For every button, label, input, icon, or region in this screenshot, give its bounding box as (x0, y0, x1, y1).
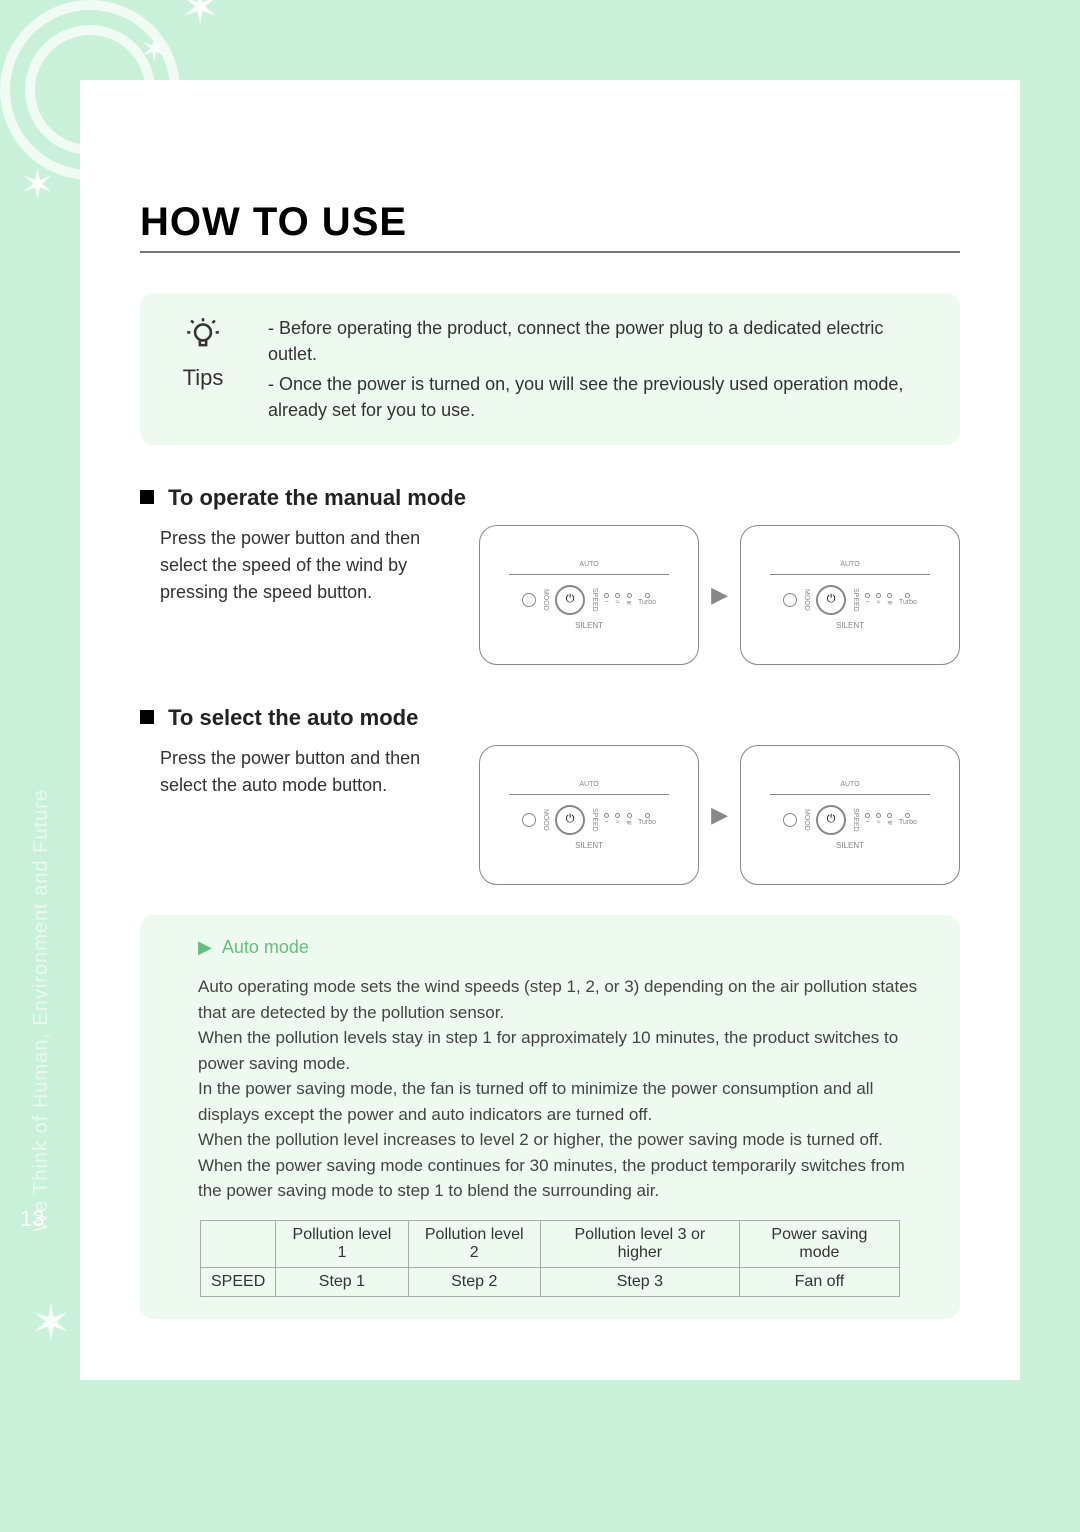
power-button-icon: ⏻ (816, 805, 846, 835)
page-content: HOW TO USE Tips - Before operating the p… (80, 80, 1020, 1380)
panel-auto-label: AUTO (579, 561, 598, 568)
table-header: Power saving mode (739, 1220, 899, 1267)
panel-mood-label: MOOD (542, 809, 549, 831)
panel-speed-label: SPEED (852, 808, 859, 832)
led-icon (783, 593, 797, 607)
panel-mood-label: MOOD (803, 589, 810, 611)
panel-auto-label: AUTO (840, 561, 859, 568)
auto-mode-p3: In the power saving mode, the fan is tur… (198, 1076, 922, 1127)
table-row-label: SPEED (201, 1267, 276, 1296)
control-panel-illustration: AUTO MOOD ⏻ SPEED ~ ≈ ≋ Turbo (479, 525, 699, 665)
table-cell: Step 3 (540, 1267, 739, 1296)
pollution-speed-table: Pollution level 1 Pollution level 2 Poll… (200, 1220, 900, 1297)
section-manual-mode: To operate the manual mode Press the pow… (140, 485, 960, 665)
panel-turbo-label: Turbo (638, 819, 656, 826)
panel-turbo-label: Turbo (899, 599, 917, 606)
panel-silent-label: SILENT (836, 621, 864, 630)
control-panel-illustration: AUTO MOOD ⏻ SPEED ~ ≈ ≋ Turbo (740, 525, 960, 665)
led-icon (783, 813, 797, 827)
section-text: Press the power button and then select t… (140, 745, 459, 799)
power-button-icon: ⏻ (816, 585, 846, 615)
panel-auto-label: AUTO (840, 781, 859, 788)
table-header: Pollution level 1 (276, 1220, 408, 1267)
sparkle-icon: ✶ (30, 1294, 72, 1352)
section-auto-mode: To select the auto mode Press the power … (140, 705, 960, 885)
tips-line-2: - Once the power is turned on, you will … (268, 371, 932, 423)
auto-mode-info-box: ▶ Auto mode Auto operating mode sets the… (140, 915, 960, 1319)
table-cell: Step 2 (408, 1267, 540, 1296)
table-header: Pollution level 3 or higher (540, 1220, 739, 1267)
table-header: Pollution level 2 (408, 1220, 540, 1267)
control-panel-illustration: AUTO MOOD ⏻ SPEED ~ ≈ ≋ Turbo (740, 745, 960, 885)
tips-label: Tips (183, 365, 224, 391)
panel-turbo-label: Turbo (899, 819, 917, 826)
table-cell: Fan off (739, 1267, 899, 1296)
square-bullet-icon (140, 490, 154, 504)
auto-mode-p4: When the pollution level increases to le… (198, 1127, 922, 1153)
power-button-icon: ⏻ (555, 805, 585, 835)
tips-box: Tips - Before operating the product, con… (140, 293, 960, 445)
control-panel-illustration: AUTO MOOD ⏻ SPEED ~ ≈ ≋ Turbo (479, 745, 699, 885)
panel-silent-label: SILENT (836, 841, 864, 850)
panel-speed-label: SPEED (591, 588, 598, 612)
page-title: HOW TO USE (140, 200, 960, 253)
auto-mode-p2: When the pollution levels stay in step 1… (198, 1025, 922, 1076)
table-cell: Step 1 (276, 1267, 408, 1296)
sidebar-tagline: We Think of Human, Environment and Futur… (30, 789, 53, 1232)
panel-mood-label: MOOD (803, 809, 810, 831)
square-bullet-icon (140, 710, 154, 724)
auto-mode-p5: When the power saving mode continues for… (198, 1153, 922, 1204)
tips-line-1: - Before operating the product, connect … (268, 315, 932, 367)
arrow-right-icon: ▶ (711, 582, 728, 608)
section-text: Press the power button and then select t… (140, 525, 459, 606)
section-heading: To operate the manual mode (168, 485, 466, 510)
panel-speed-label: SPEED (591, 808, 598, 832)
panel-turbo-label: Turbo (638, 599, 656, 606)
panel-mood-label: MOOD (542, 589, 549, 611)
led-icon (522, 813, 536, 827)
triangle-right-icon: ▶ (198, 937, 212, 957)
power-button-icon: ⏻ (555, 585, 585, 615)
page-number: 13 (20, 1206, 44, 1232)
led-icon (522, 593, 536, 607)
arrow-right-icon: ▶ (711, 802, 728, 828)
panel-silent-label: SILENT (575, 621, 603, 630)
panel-auto-label: AUTO (579, 781, 598, 788)
auto-mode-p1: Auto operating mode sets the wind speeds… (198, 974, 922, 1025)
lightbulb-icon (184, 315, 222, 359)
panel-silent-label: SILENT (575, 841, 603, 850)
sparkle-icon: ✶ (20, 160, 55, 209)
auto-mode-title: Auto mode (222, 937, 309, 957)
section-heading: To select the auto mode (168, 705, 418, 730)
panel-speed-label: SPEED (852, 588, 859, 612)
